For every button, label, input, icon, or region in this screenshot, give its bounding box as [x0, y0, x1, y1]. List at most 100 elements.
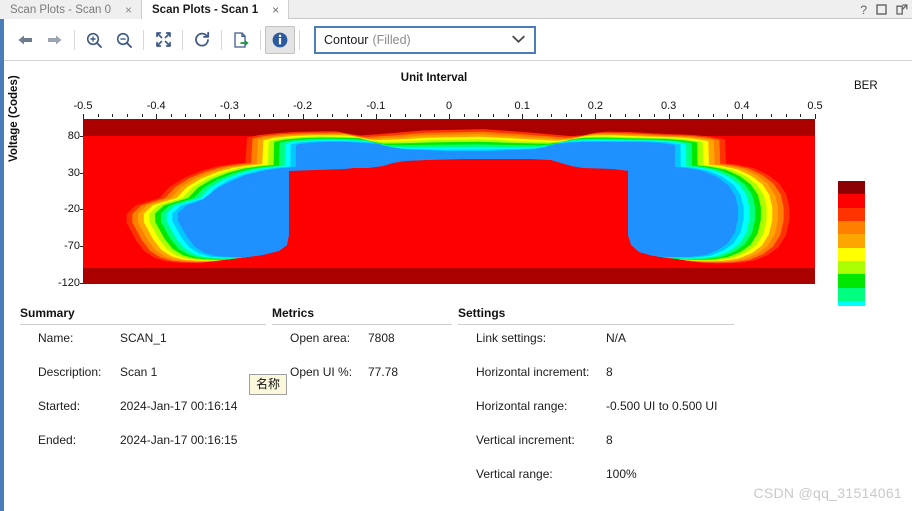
settings-key: Vertical range:: [476, 467, 553, 481]
summary-section: Summary Name: SCAN_1 Description: Scan 1 Sta…: [20, 306, 266, 467]
scan-info-panel: Summary Name: SCAN_1 Description: Scan 1 Sta…: [4, 306, 912, 511]
watermark: CSDN @qq_31514061: [753, 485, 902, 501]
maximize-icon[interactable]: [876, 4, 887, 15]
close-icon[interactable]: ×: [270, 4, 281, 16]
eye-diagram-plot: Unit Interval BER Voltage (Codes) -0.5 -0…: [4, 62, 912, 342]
settings-row: Vertical range: 100%: [458, 467, 734, 501]
arrow-right-icon: [48, 35, 62, 44]
toolbar-separator: [182, 29, 183, 50]
toolbar-separator: [299, 29, 300, 50]
colorbar-band: [838, 207, 865, 221]
x-tick-label: -0.3: [219, 100, 239, 112]
info-button[interactable]: [265, 25, 295, 54]
toolbar: Contour (Filled): [4, 19, 912, 61]
help-icon[interactable]: ?: [860, 4, 867, 16]
summary-value: SCAN_1: [120, 331, 167, 345]
summary-row: Ended: 2024-Jan-17 00:16:15: [20, 433, 266, 467]
tab-bar: Scan Plots - Scan 0 × Scan Plots - Scan …: [0, 0, 912, 19]
settings-key: Vertical increment:: [476, 433, 575, 447]
summary-key: Started:: [38, 399, 81, 413]
colorbar-band: [838, 181, 865, 195]
summary-key: Name:: [38, 331, 74, 345]
settings-section: Settings Link settings: N/A Horizontal inc…: [458, 306, 734, 501]
settings-row: Horizontal increment: 8: [458, 365, 734, 399]
arrow-left-icon: [18, 35, 32, 44]
colorbar-band: [838, 247, 865, 261]
summary-value: Scan 1: [120, 365, 158, 379]
popout-icon[interactable]: [896, 4, 908, 15]
y-tick-label: -120: [57, 277, 80, 289]
settings-title: Settings: [458, 306, 506, 320]
scan-plots-window: Scan Plots - Scan 0 × Scan Plots - Scan …: [0, 0, 912, 511]
refresh-button[interactable]: [187, 26, 217, 54]
tooltip-text: 名称: [256, 377, 281, 391]
export-icon: [234, 31, 249, 48]
y-tick-label: 30: [67, 166, 80, 179]
x-tick-label: 0.1: [514, 100, 530, 112]
x-tick-label: 0.3: [660, 100, 677, 112]
x-tick-label: 0.5: [807, 100, 823, 112]
zoom-out-button[interactable]: [109, 26, 139, 54]
eye-contour-canvas: [83, 119, 815, 284]
settings-row: Link settings: N/A: [458, 331, 734, 365]
eye-opening-contours: [126, 129, 790, 264]
export-button[interactable]: [226, 26, 256, 54]
settings-value: 100%: [606, 467, 637, 481]
divider: [20, 324, 266, 325]
metrics-value: 7808: [368, 331, 395, 345]
fit-button[interactable]: [148, 26, 178, 54]
toolbar-separator: [260, 29, 261, 50]
x-tick-label: -0.5: [73, 100, 93, 112]
chevron-down-icon[interactable]: [512, 33, 525, 47]
summary-row: Name: SCAN_1: [20, 331, 266, 365]
metrics-key: Open area:: [290, 331, 351, 345]
summary-title: Summary: [20, 306, 75, 320]
summary-row: Started: 2024-Jan-17 00:16:14: [20, 399, 266, 433]
settings-row: Horizontal range: -0.500 UI to 0.500 UI: [458, 399, 734, 433]
tab-scan-1[interactable]: Scan Plots - Scan 1 ×: [142, 0, 290, 19]
info-icon: [272, 32, 288, 47]
x-tick-label: -0.2: [293, 100, 313, 112]
y-tick-label: -20: [64, 203, 80, 216]
settings-key: Horizontal increment:: [476, 365, 590, 379]
y-tick-label: -70: [64, 240, 80, 253]
plot-type-value: Contour: [324, 32, 369, 47]
x-tick-label: -0.4: [146, 100, 166, 112]
colorbar-band: [838, 260, 865, 275]
y-axis-tick-labels: 80 30 -20 -70 -120: [34, 118, 80, 289]
x-tick-label: 0: [445, 100, 453, 112]
settings-key: Horizontal range:: [476, 399, 568, 413]
close-icon[interactable]: ×: [123, 4, 134, 16]
tab-scan-0-label: Scan Plots - Scan 0: [10, 3, 111, 16]
metrics-row: Open UI %: 77.78: [272, 365, 452, 399]
colorbar-band: [838, 274, 865, 288]
x-tick-label: 0.4: [734, 100, 750, 112]
colorbar-title: BER: [854, 80, 878, 92]
tab-scan-1-label: Scan Plots - Scan 1: [152, 3, 259, 16]
metrics-row: Open area: 7808: [272, 331, 452, 365]
plot-type-select[interactable]: Contour (Filled): [314, 25, 536, 54]
settings-row: Vertical increment: 8: [458, 433, 734, 467]
forward-button[interactable]: [40, 26, 70, 54]
plot-title: Unit Interval: [400, 72, 468, 84]
y-tick-label: 80: [67, 129, 80, 142]
settings-key: Link settings:: [476, 331, 547, 345]
plot-type-suffix: (Filled): [372, 32, 411, 47]
tab-scan-0[interactable]: Scan Plots - Scan 0 ×: [0, 0, 143, 19]
zoom-in-button[interactable]: [79, 26, 109, 54]
x-tick-label: 0.2: [587, 100, 604, 112]
back-button[interactable]: [10, 26, 40, 54]
toolbar-separator: [74, 29, 75, 50]
window-controls: ?: [860, 0, 908, 19]
metrics-title: Metrics: [272, 306, 315, 320]
summary-key: Ended:: [38, 433, 77, 447]
expand-icon: [155, 32, 171, 47]
colorbar-band: [838, 220, 865, 235]
zoom-out-icon: [116, 32, 132, 48]
x-axis-tick-labels: -0.5 -0.4 -0.3 -0.2 -0.1 0 0.1 0.2 0.3 0.4 0.5: [74, 100, 823, 114]
settings-value: N/A: [606, 331, 627, 345]
summary-value: 2024-Jan-17 00:16:15: [120, 433, 238, 447]
zoom-in-icon: [86, 32, 102, 48]
metrics-value: 77.78: [368, 365, 399, 379]
metrics-section: Metrics Open area: 7808 Open UI %: 77.78: [272, 306, 452, 399]
